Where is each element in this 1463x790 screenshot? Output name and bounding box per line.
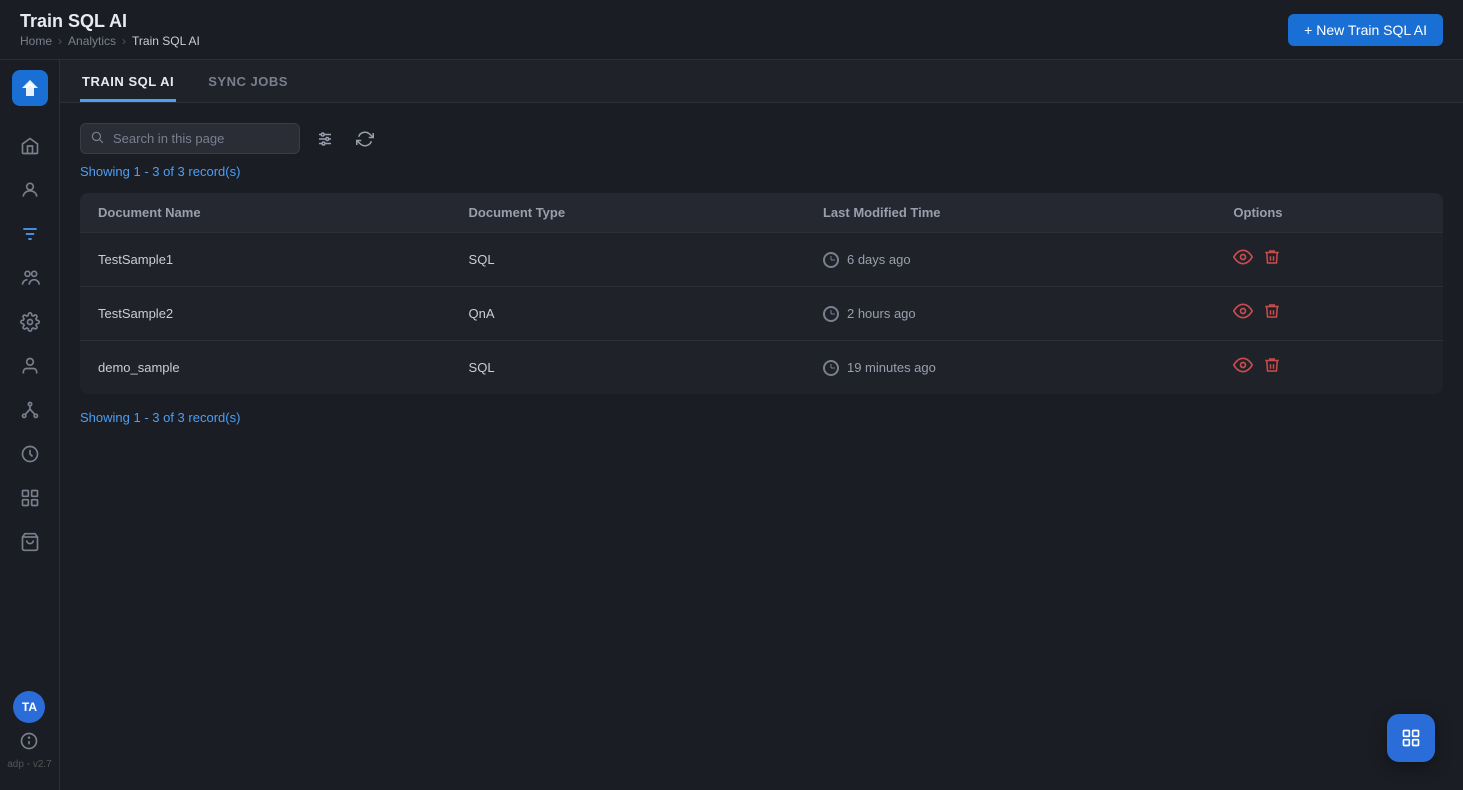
network-icon <box>20 400 40 420</box>
view-icon[interactable] <box>1233 355 1253 380</box>
main-layout: TA adp - v2.7 TRAIN SQL AI SYNC JOBS <box>0 60 1463 790</box>
sidebar-item-bag[interactable] <box>8 522 52 562</box>
sidebar-item-data[interactable] <box>8 478 52 518</box>
cell-last-modified: 19 minutes ago <box>805 341 1215 395</box>
cell-options <box>1215 233 1443 287</box>
sidebar-item-group[interactable] <box>8 258 52 298</box>
time-label: 6 days ago <box>847 252 911 267</box>
grid-icon <box>1401 728 1421 748</box>
col-last-modified: Last Modified Time <box>805 193 1215 233</box>
page-content: Showing 1 - 3 of 3 record(s) Document Na… <box>60 103 1463 790</box>
user-icon <box>20 180 40 200</box>
breadcrumb-current: Train SQL AI <box>132 34 200 48</box>
view-icon[interactable] <box>1233 301 1253 326</box>
sidebar-item-user[interactable] <box>8 170 52 210</box>
cell-doc-type: SQL <box>451 233 805 287</box>
info-icon[interactable] <box>19 731 39 751</box>
app-logo[interactable] <box>12 70 48 106</box>
filter-options-button[interactable] <box>310 124 340 154</box>
history-icon <box>20 444 40 464</box>
breadcrumb-chevron2: › <box>122 34 126 48</box>
person-icon <box>20 356 40 376</box>
delete-icon[interactable] <box>1263 248 1281 271</box>
view-icon[interactable] <box>1233 247 1253 272</box>
col-options: Options <box>1215 193 1443 233</box>
table-row: TestSample2 QnA 2 hours ago <box>80 287 1443 341</box>
sidebar: TA adp - v2.7 <box>0 60 60 790</box>
cell-options <box>1215 341 1443 395</box>
delete-icon[interactable] <box>1263 302 1281 325</box>
cell-doc-name: TestSample1 <box>80 233 451 287</box>
cell-doc-name: TestSample2 <box>80 287 451 341</box>
table-header: Document Name Document Type Last Modifie… <box>80 193 1443 233</box>
avatar[interactable]: TA <box>13 691 45 723</box>
clock-icon <box>823 360 839 376</box>
delete-icon[interactable] <box>1263 356 1281 379</box>
cell-doc-type: SQL <box>451 341 805 395</box>
fab-button[interactable] <box>1387 714 1435 762</box>
group-icon <box>20 268 40 288</box>
cell-last-modified: 6 days ago <box>805 233 1215 287</box>
data-icon <box>20 488 40 508</box>
sidebar-item-history[interactable] <box>8 434 52 474</box>
sidebar-item-filter[interactable] <box>8 214 52 254</box>
records-label-bottom[interactable]: Showing 1 - 3 of 3 record(s) <box>80 410 1443 425</box>
table-row: TestSample1 SQL 6 days ago <box>80 233 1443 287</box>
top-header: Train SQL AI Home › Analytics › Train SQ… <box>0 0 1463 60</box>
version-label: adp - v2.7 <box>7 759 51 770</box>
new-train-sql-button[interactable]: + New Train SQL AI <box>1288 14 1443 46</box>
search-input-wrap <box>80 123 300 154</box>
cell-options <box>1215 287 1443 341</box>
breadcrumb: Home › Analytics › Train SQL AI <box>20 34 200 48</box>
tab-sync-jobs[interactable]: SYNC JOBS <box>206 60 290 102</box>
sidebar-item-network[interactable] <box>8 390 52 430</box>
clock-icon <box>823 252 839 268</box>
tabs-bar: TRAIN SQL AI SYNC JOBS <box>60 60 1463 103</box>
col-document-type: Document Type <box>451 193 805 233</box>
filter-sliders-icon <box>316 130 334 148</box>
sidebar-item-home[interactable] <box>8 126 52 166</box>
home-icon <box>20 136 40 156</box>
refresh-button[interactable] <box>350 124 380 154</box>
col-document-name: Document Name <box>80 193 451 233</box>
content-area: TRAIN SQL AI SYNC JOBS <box>60 60 1463 790</box>
records-label-top[interactable]: Showing 1 - 3 of 3 record(s) <box>80 164 1443 179</box>
sidebar-bottom: TA adp - v2.7 <box>7 691 51 780</box>
cell-doc-name: demo_sample <box>80 341 451 395</box>
sidebar-item-person[interactable] <box>8 346 52 386</box>
time-label: 2 hours ago <box>847 306 916 321</box>
table-body: TestSample1 SQL 6 days ago <box>80 233 1443 395</box>
filter-icon <box>20 224 40 244</box>
tab-train-sql-ai[interactable]: TRAIN SQL AI <box>80 60 176 102</box>
cell-doc-type: QnA <box>451 287 805 341</box>
breadcrumb-chevron1: › <box>58 34 62 48</box>
page-title: Train SQL AI <box>20 11 200 32</box>
search-input[interactable] <box>80 123 300 154</box>
sidebar-item-settings[interactable] <box>8 302 52 342</box>
clock-icon <box>823 306 839 322</box>
data-table: Document Name Document Type Last Modifie… <box>80 193 1443 394</box>
table-row: demo_sample SQL 19 minutes ago <box>80 341 1443 395</box>
refresh-icon <box>356 130 374 148</box>
breadcrumb-home[interactable]: Home <box>20 34 52 48</box>
bag-icon <box>20 532 40 552</box>
settings-icon <box>20 312 40 332</box>
cell-last-modified: 2 hours ago <box>805 287 1215 341</box>
search-bar-row <box>80 123 1443 154</box>
header-left: Train SQL AI Home › Analytics › Train SQ… <box>20 11 200 48</box>
breadcrumb-analytics[interactable]: Analytics <box>68 34 116 48</box>
time-label: 19 minutes ago <box>847 360 936 375</box>
